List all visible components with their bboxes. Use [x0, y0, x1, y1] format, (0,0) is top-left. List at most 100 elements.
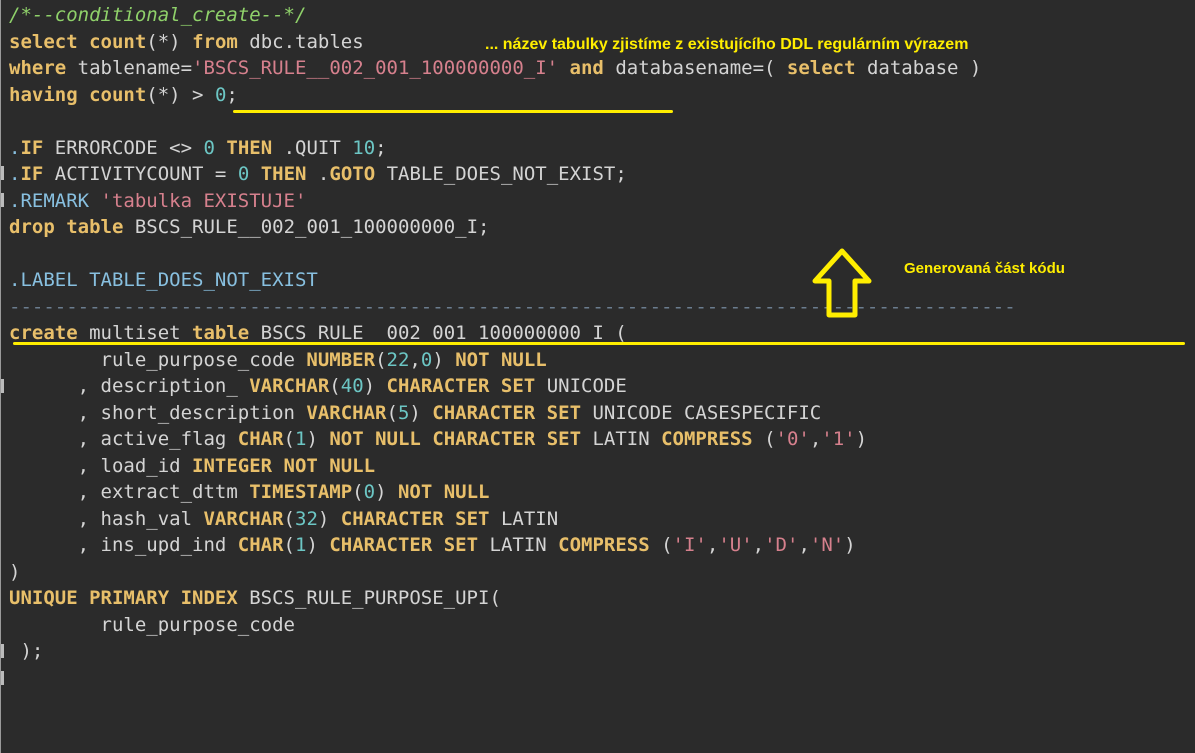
code-token: .QUIT	[272, 136, 353, 159]
code-token: 22	[386, 348, 410, 371]
code-token: drop	[9, 216, 55, 238]
code-line-14: rule_purpose_code NUMBER(22,0) NOT NULL	[9, 347, 1016, 374]
code-token: count	[89, 30, 147, 53]
code-token: ,	[409, 348, 421, 371]
code-token: COMPRESS	[661, 428, 753, 450]
code-token: TABLE_DOES_NOT_EXIST;	[375, 163, 627, 185]
code-token: NOT NULL	[397, 481, 490, 503]
code-token: 'I'	[672, 534, 707, 556]
code-token: 0	[237, 163, 250, 185]
code-token: .	[306, 163, 330, 185]
code-token: BSCS_RULE_PURPOSE_UPI(	[237, 587, 501, 609]
code-line-21: , ins_upd_ind CHAR(1) CHARACTER SET LATI…	[9, 532, 1016, 559]
code-token: 0	[203, 136, 215, 159]
code-token: )	[432, 348, 456, 371]
code-line-18: , load_id INTEGER NOT NULL	[9, 453, 1016, 480]
code-token: NUMBER	[306, 348, 376, 371]
code-token: 'tabulka EXISTUJE'	[100, 189, 307, 212]
code-token: )	[375, 481, 398, 503]
code-token: , short_description	[9, 401, 307, 424]
code-token: multiset	[77, 322, 193, 344]
code-token: ACTIVITYCOUNT =	[43, 163, 238, 185]
code-token: )	[9, 560, 21, 583]
code-token: 0	[363, 481, 376, 503]
code-token: );	[9, 640, 44, 662]
code-line-23: UNIQUE PRIMARY INDEX BSCS_RULE_PURPOSE_U…	[9, 585, 1016, 612]
code-token: ,	[809, 428, 822, 450]
code-token: (*) >	[146, 83, 215, 106]
code-token: UNIQUE PRIMARY INDEX	[9, 587, 238, 609]
table-name-underline	[233, 110, 673, 113]
gutter-marker	[1, 166, 4, 180]
code-token: )	[306, 428, 330, 450]
code-token: COMPRESS	[558, 534, 650, 556]
code-token: TIMESTAMP	[249, 481, 353, 503]
code-token: , description_	[9, 375, 250, 397]
code-token: rule_purpose_code	[9, 613, 295, 636]
code-area[interactable]: /*--conditional_create--*/ select count(…	[9, 2, 1016, 665]
table-name-note: ... název tabulky zjistíme z existujícíh…	[485, 36, 969, 53]
code-token: .	[9, 136, 21, 159]
code-token: 'D'	[764, 534, 799, 556]
code-token: VARCHAR	[249, 375, 330, 397]
code-token: NOT NULL	[329, 428, 421, 450]
code-token: ;	[375, 136, 387, 159]
code-token: LATIN	[489, 507, 559, 530]
code-token: table	[192, 322, 250, 344]
code-token: tablename=	[66, 57, 193, 79]
code-token: LATIN	[478, 534, 559, 556]
code-token: count	[89, 83, 147, 106]
code-token: 40	[340, 375, 364, 397]
code-token: , hash_val	[9, 507, 204, 530]
code-token: select	[786, 57, 856, 79]
code-token: (	[386, 401, 398, 424]
code-token: VARCHAR	[203, 507, 284, 530]
generated-section-divider	[13, 342, 1185, 345]
code-token: from	[192, 30, 238, 53]
code-token: VARCHAR	[306, 401, 387, 424]
code-token: 0	[214, 83, 227, 106]
code-token: dbc.tables	[237, 30, 364, 53]
code-token: )	[844, 534, 856, 556]
code-token: (	[283, 534, 295, 556]
code-token: (	[649, 534, 673, 556]
gutter-marker	[1, 644, 4, 658]
code-token: THEN	[226, 136, 273, 159]
code-token: where	[9, 57, 67, 79]
code-line-7: .IF ACTIVITYCOUNT = 0 THEN .GOTO TABLE_D…	[9, 161, 1016, 188]
code-line-3: where tablename='BSCS_RULE__002_001_1000…	[9, 55, 1016, 82]
code-token: NOT NULL	[455, 348, 547, 371]
code-token: select	[9, 30, 78, 53]
code-token: ERRORCODE <>	[43, 136, 204, 159]
code-token: CHAR	[237, 534, 284, 556]
code-line-4: having count(*) > 0;	[9, 82, 1016, 109]
code-token: databasename=(	[603, 57, 787, 79]
code-token: )	[306, 534, 330, 556]
code-line-22: )	[9, 559, 1016, 586]
code-token: 'N'	[809, 534, 845, 556]
code-token: ,	[798, 534, 810, 556]
code-token: ;	[226, 83, 238, 106]
code-token: )	[855, 428, 868, 450]
code-token: , extract_dttm	[9, 481, 250, 503]
code-token: 1	[295, 534, 307, 556]
code-editor[interactable]: /*--conditional_create--*/ select count(…	[0, 0, 1195, 753]
code-token: database )	[855, 57, 982, 79]
code-line-1: /*--conditional_create--*/	[9, 2, 1016, 29]
code-line-16: , short_description VARCHAR(5) CHARACTER…	[9, 400, 1016, 427]
code-token: CHARACTER SET	[386, 375, 536, 397]
code-token: CHARACTER SET	[432, 401, 582, 424]
code-token: BSCS_RULE__002_001_100000000_I (	[249, 322, 627, 344]
code-token: CHARACTER SET	[432, 428, 582, 450]
code-line-6: .IF ERRORCODE <> 0 THEN .QUIT 10;	[9, 135, 1016, 162]
code-token: having	[9, 83, 78, 106]
code-token: .REMARK	[9, 189, 101, 212]
code-token: THEN	[260, 163, 307, 185]
code-token: ,	[706, 534, 719, 556]
